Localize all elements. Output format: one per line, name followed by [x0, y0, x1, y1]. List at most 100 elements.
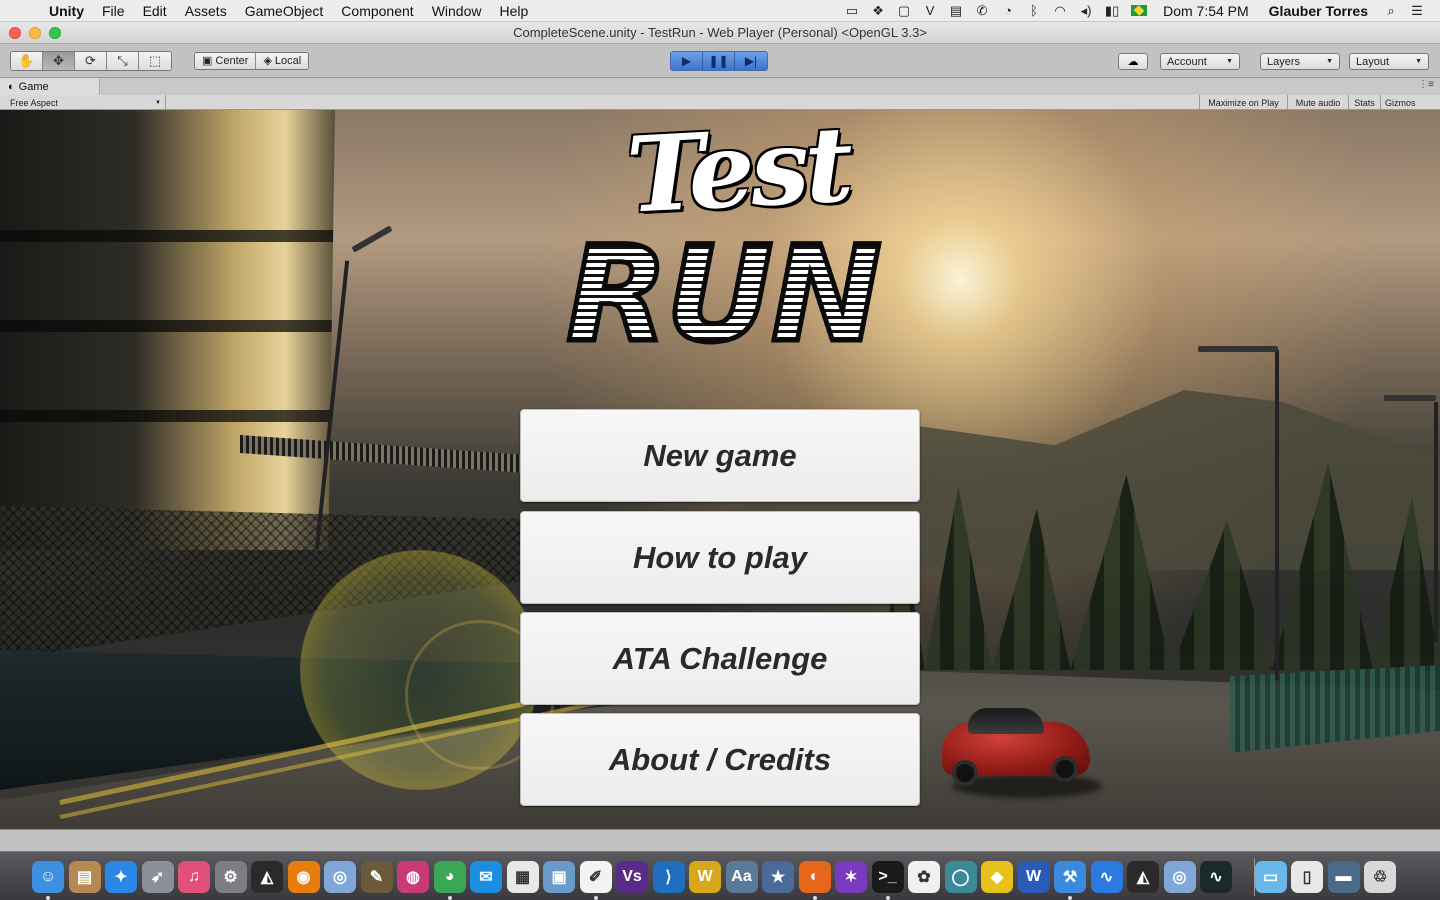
xcode-icon[interactable]: ⚒ — [1054, 861, 1086, 893]
step-button[interactable]: ▶| — [735, 52, 767, 70]
dock: ☺ ▤ ✦ ➶ ♫ ⚙ ◭ ◉ ◎ ✎ ◍ ◕ ✉ ▦ ▣ ✐ Vs ⟩ W Aa ★ ◐ ✶ >_ ✿ ◯ ◆ W ⚒ ∿ ◭ ◎ ∿ ▭ ▯ ▬ ♲ — [0, 851, 1440, 900]
pivot-center-button[interactable]: ▣ Center — [195, 52, 257, 69]
new-game-button[interactable]: New game — [520, 409, 920, 502]
photo-app-icon[interactable]: ▣ — [543, 861, 575, 893]
system-preferences-icon[interactable]: ⚙ — [214, 861, 247, 893]
imovie-star-icon[interactable]: ✶ — [835, 861, 867, 893]
maximize-on-play-toggle[interactable]: Maximize on Play — [1199, 95, 1287, 110]
tab-game[interactable]: ◐ Game — [0, 78, 100, 95]
about-credits-button[interactable]: About / Credits — [520, 713, 920, 806]
vs-icon[interactable]: Vs — [616, 861, 648, 893]
menu-file[interactable]: File — [93, 3, 134, 19]
imovie-icon[interactable]: ★ — [762, 861, 794, 893]
wifi-icon[interactable]: ◠ — [1047, 3, 1073, 19]
window-title: CompleteScene.unity - TestRun - Web Play… — [513, 25, 927, 40]
menu-component[interactable]: Component — [332, 3, 422, 19]
layout-dropdown[interactable]: Layout ▼ — [1349, 53, 1429, 70]
building-floor-band — [0, 230, 335, 242]
maximize-on-play-label: Maximize on Play — [1208, 97, 1279, 108]
menu-assets[interactable]: Assets — [176, 3, 236, 19]
dictionary-icon[interactable]: Aa — [725, 861, 758, 893]
unity-icon[interactable]: ◭ — [251, 861, 283, 893]
battery-icon[interactable]: ▮▯ — [1099, 3, 1125, 19]
move-tool-icon[interactable]: ✥ — [43, 51, 75, 70]
itunes-icon[interactable]: ♫ — [178, 861, 210, 893]
rotate-tool-icon[interactable]: ⟳ — [75, 51, 107, 70]
activity-monitor-icon[interactable]: ∿ — [1200, 861, 1232, 893]
scanner-icon[interactable]: ▤ — [943, 3, 969, 19]
cyberduck-icon[interactable]: ◆ — [981, 861, 1013, 893]
video-camera-icon[interactable]: ▭ — [839, 3, 865, 19]
game-tab-icon: ◐ — [8, 80, 15, 93]
gizmos-dropdown[interactable]: Gizmos — [1380, 95, 1440, 110]
user-name[interactable]: Glauber Torres — [1259, 3, 1378, 19]
hand-tool-icon[interactable]: ✋ — [11, 51, 43, 70]
window-icon[interactable]: ▢ — [891, 3, 917, 19]
stats-toggle[interactable]: Stats — [1348, 95, 1380, 110]
game-tab-bar: ◐ Game ⋮≡ — [0, 78, 1440, 95]
aspect-dropdown[interactable]: Free Aspect ▼ — [0, 95, 166, 110]
account-dropdown[interactable]: Account ▼ — [1160, 53, 1240, 70]
word-icon[interactable]: W — [1017, 861, 1050, 893]
wifi-explorer-icon[interactable]: W — [689, 861, 721, 893]
menu-window[interactable]: Window — [423, 3, 491, 19]
trash-icon[interactable]: ♲ — [1364, 861, 1396, 893]
time-machine-icon[interactable]: ◔ — [995, 3, 1021, 18]
ring-app-icon[interactable]: ◯ — [944, 861, 977, 893]
terminal-window-icon[interactable]: ▬ — [1327, 861, 1360, 893]
tab-menu-icon[interactable]: ⋮≡ — [1418, 79, 1434, 90]
mute-audio-toggle[interactable]: Mute audio — [1287, 95, 1348, 110]
input-source-flag-icon[interactable] — [1131, 5, 1148, 16]
chrome-icon[interactable]: ◕ — [433, 861, 466, 893]
notes-app-icon[interactable]: ▤ — [68, 861, 101, 893]
dropbox-icon[interactable]: ❖ — [865, 3, 891, 19]
layers-dropdown[interactable]: Layers ▼ — [1260, 53, 1340, 70]
notification-center-icon[interactable]: ☰ — [1404, 3, 1430, 19]
clock[interactable]: Dom 7:54 PM — [1153, 3, 1259, 19]
safari-icon[interactable]: ✦ — [105, 861, 137, 893]
skype-icon[interactable]: ✉ — [470, 861, 502, 893]
firefox-icon[interactable]: ◐ — [798, 861, 831, 893]
phone-icon[interactable]: ✆ — [969, 3, 995, 19]
downloads-folder-icon[interactable]: ▭ — [1254, 861, 1287, 893]
remote-desktop-icon[interactable]: ◎ — [324, 861, 356, 893]
photos-icon[interactable]: ✿ — [908, 861, 940, 893]
pause-button[interactable]: ❚❚ — [703, 52, 735, 70]
menu-edit[interactable]: Edit — [134, 3, 176, 19]
how-to-play-button[interactable]: How to play — [520, 511, 920, 604]
bluetooth-icon[interactable]: ᛒ — [1021, 3, 1047, 18]
ata-challenge-button[interactable]: ATA Challenge — [520, 612, 920, 705]
menu-gameobject[interactable]: GameObject — [236, 3, 333, 19]
street-lamp — [1434, 402, 1438, 642]
documents-icon[interactable]: ▯ — [1291, 861, 1323, 893]
finder-icon[interactable]: ☺ — [32, 861, 64, 893]
menu-app-unity[interactable]: Unity — [40, 3, 93, 19]
instruments-icon[interactable]: ∿ — [1090, 861, 1123, 893]
unity-2-icon[interactable]: ◭ — [1127, 861, 1159, 893]
spotlight-search-icon[interactable]: ⌕ — [1378, 3, 1404, 19]
ata-challenge-label: ATA Challenge — [612, 640, 828, 676]
new-game-label: New game — [643, 437, 797, 473]
gimp-icon[interactable]: ✎ — [360, 861, 393, 893]
dock-running-indicator — [46, 896, 50, 900]
red-sports-car — [942, 706, 1102, 798]
audio-app-icon[interactable]: ◍ — [397, 861, 429, 893]
pivot-local-button[interactable]: ◈ Local — [256, 52, 309, 69]
textedit-icon[interactable]: ✐ — [579, 861, 612, 893]
play-button[interactable]: ▶ — [671, 52, 703, 70]
cloud-services-button[interactable]: ☁ — [1118, 53, 1148, 70]
rect-tool-icon[interactable]: ⬚ — [139, 51, 171, 70]
launchpad-icon[interactable]: ➶ — [141, 861, 174, 893]
dock-running-indicator — [812, 896, 817, 900]
pivot-local-icon: ◈ — [263, 55, 272, 67]
vim-icon[interactable]: V — [917, 3, 943, 18]
remote-desktop-2-icon[interactable]: ◎ — [1163, 861, 1196, 893]
scale-tool-icon[interactable]: ⤡ — [107, 51, 139, 70]
visual-studio-code-icon[interactable]: ⟩ — [652, 861, 685, 893]
blender-icon[interactable]: ◉ — [287, 861, 320, 893]
building-floor-band — [0, 320, 335, 332]
menu-help[interactable]: Help — [490, 3, 537, 19]
launch-grid-icon[interactable]: ▦ — [506, 861, 539, 893]
terminal-icon[interactable]: >_ — [871, 861, 904, 893]
volume-icon[interactable]: ◂) — [1073, 3, 1099, 19]
